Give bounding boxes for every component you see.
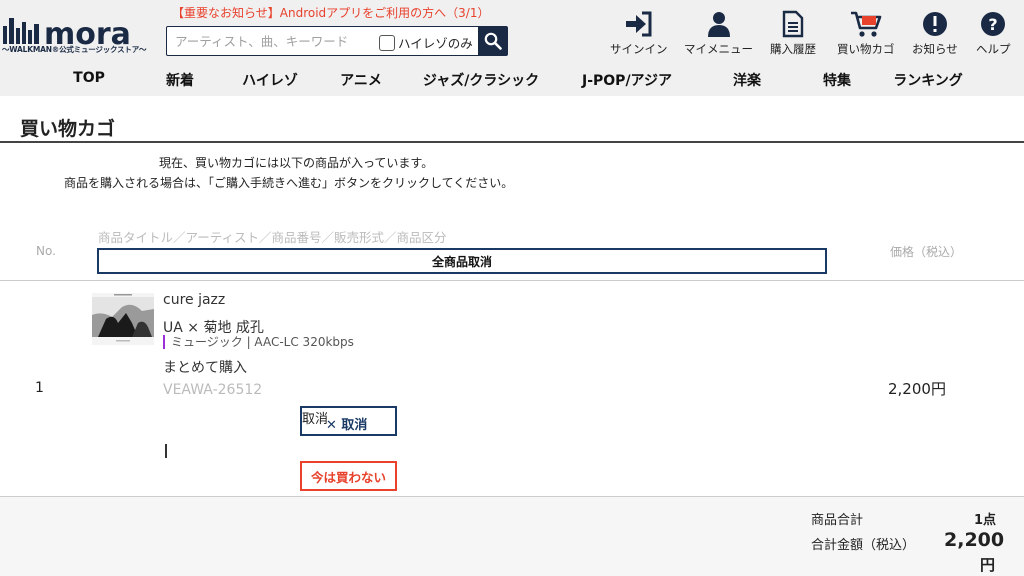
util-help[interactable]: ? ヘルプ xyxy=(976,10,1011,57)
hires-label: ハイレゾのみ xyxy=(398,36,473,51)
item-format: ミュージック | AAC-LC 320kbps xyxy=(163,335,354,349)
nav-ranking[interactable]: ランキング xyxy=(893,70,963,90)
item-count-label: 商品合計 xyxy=(811,513,864,528)
search-icon xyxy=(484,32,502,50)
total-unit: 円 xyxy=(980,556,996,574)
intro-line-2: 商品を購入される場合は、「ご購入手続きへ進む」ボタンをクリックしてください。 xyxy=(64,176,514,190)
order-summary: 商品合計 1点 合計金額（税込） 2,200 円 xyxy=(0,497,1024,576)
header-divider xyxy=(0,280,1024,281)
item-artist[interactable]: UA × 菊地 成孔 xyxy=(163,317,264,337)
column-header-no: No. xyxy=(36,244,56,258)
text-cursor xyxy=(165,444,167,458)
notice-link[interactable]: 【重要なお知らせ】Androidアプリをご利用の方へ（3/1） xyxy=(172,4,489,21)
util-signin-label: サインイン xyxy=(610,42,668,56)
title-divider xyxy=(0,141,1024,143)
util-cart[interactable]: 買い物カゴ xyxy=(837,10,895,57)
intro-line-1: 現在、買い物カゴには以下の商品が入っています。 xyxy=(159,156,434,170)
nav-western[interactable]: 洋楽 xyxy=(733,70,761,90)
album-art xyxy=(92,293,154,345)
buy-later-button[interactable]: 今は買わない xyxy=(300,461,397,491)
search-input[interactable] xyxy=(167,27,377,55)
sign-in-icon xyxy=(625,11,652,37)
util-history[interactable]: 購入履歴 xyxy=(770,10,816,57)
search-button[interactable] xyxy=(478,27,507,55)
column-header-item: 商品タイトル／アーティスト／商品番号／販売形式／商品区分 xyxy=(98,230,447,245)
util-history-label: 購入履歴 xyxy=(770,42,816,56)
item-cancel-button[interactable]: 取消 ✕ 取消 xyxy=(300,406,397,436)
exclamation-icon xyxy=(922,12,947,36)
util-news-label: お知らせ xyxy=(912,42,958,56)
nav-jpop-asia[interactable]: J-POP/アジア xyxy=(582,70,672,90)
item-price: 2,200円 xyxy=(888,380,946,398)
item-purchase-type: まとめて購入 xyxy=(163,360,247,376)
question-icon: ? xyxy=(981,12,1006,36)
cancel-all-button[interactable]: 全商品取消 xyxy=(97,248,827,274)
column-header-price: 価格（税込） xyxy=(890,245,963,259)
main-nav: TOP 新着 ハイレゾ アニメ ジャズ/クラシック J-POP/アジア 洋楽 特… xyxy=(0,70,1024,90)
document-icon xyxy=(782,10,804,38)
search-box: ハイレゾのみ xyxy=(166,26,508,56)
util-help-label: ヘルプ xyxy=(976,42,1011,56)
nav-new[interactable]: 新着 xyxy=(166,70,194,90)
nav-anime[interactable]: アニメ xyxy=(340,70,382,90)
total-label: 合計金額（税込） xyxy=(811,538,916,553)
nav-hires[interactable]: ハイレゾ xyxy=(242,70,298,90)
item-count-value: 1点 xyxy=(974,513,997,528)
site-header: mora ～WALKMAN®公式ミュージックストア～ 【重要なお知らせ】Andr… xyxy=(0,0,1024,96)
row-number: 1 xyxy=(35,380,44,396)
util-news[interactable]: お知らせ xyxy=(912,10,958,57)
total-value: 2,200 xyxy=(944,529,1005,551)
nav-feature[interactable]: 特集 xyxy=(823,70,851,90)
nav-top[interactable]: TOP xyxy=(73,70,105,86)
page-title: 買い物カゴ xyxy=(20,118,116,140)
hires-checkbox[interactable] xyxy=(379,34,395,51)
util-signin[interactable]: サインイン xyxy=(610,10,668,57)
svg-text:?: ? xyxy=(989,15,998,34)
logo-subtitle: ～WALKMAN®公式ミュージックストア～ xyxy=(2,45,147,54)
util-mymenu[interactable]: マイメニュー xyxy=(684,10,753,57)
util-mymenu-label: マイメニュー xyxy=(684,42,753,56)
item-title[interactable]: cure jazz xyxy=(163,292,225,308)
cart-icon xyxy=(850,11,882,37)
cancel-overlay-text: 取消 xyxy=(302,412,329,427)
nav-jazz-classic[interactable]: ジャズ/クラシック xyxy=(423,70,539,90)
album-thumbnail[interactable] xyxy=(92,293,154,345)
mora-logo-mark: mora xyxy=(3,17,131,48)
util-cart-label: 買い物カゴ xyxy=(837,42,895,56)
hires-only-toggle[interactable]: ハイレゾのみ xyxy=(379,33,473,52)
cancel-button-label: ✕ 取消 xyxy=(326,418,368,433)
user-icon xyxy=(707,12,730,37)
item-product-code: VEAWA-26512 xyxy=(163,382,263,398)
